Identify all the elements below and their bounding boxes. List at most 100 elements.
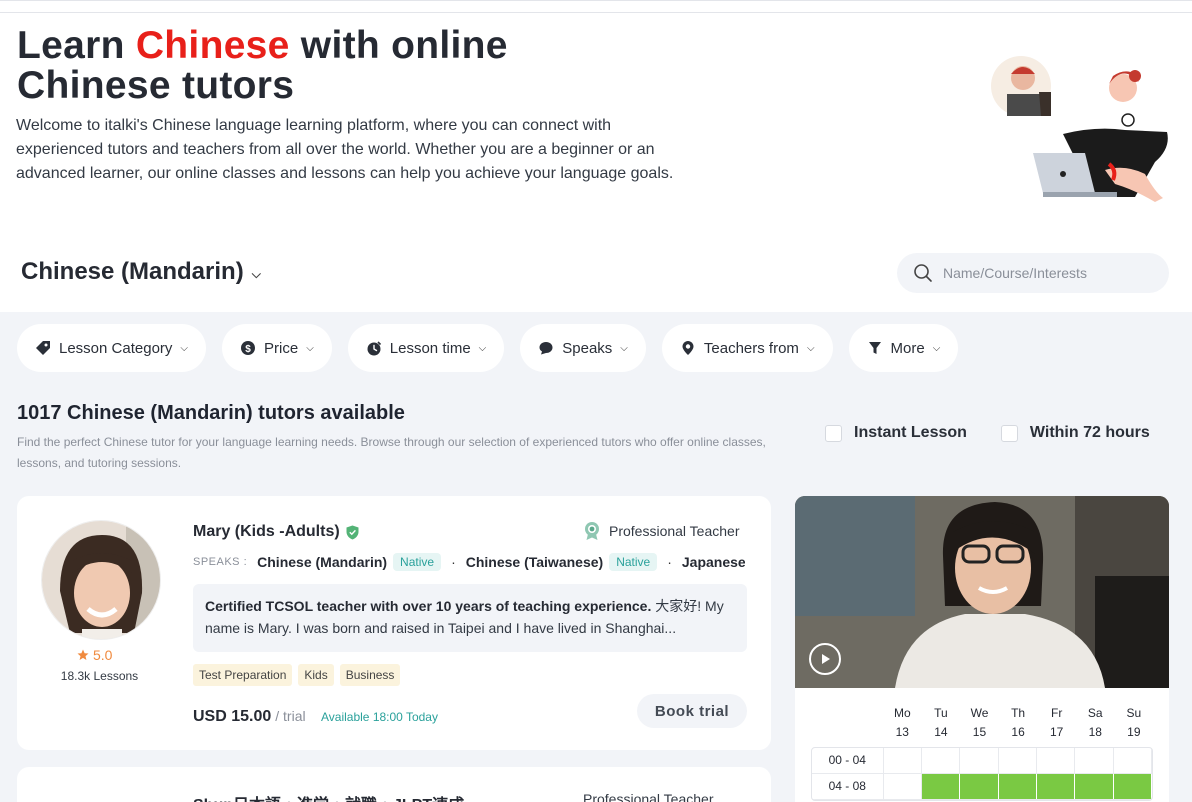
schedule-day: Su 19: [1126, 706, 1142, 739]
language-level-badge: Native: [393, 553, 442, 571]
play-button[interactable]: [809, 643, 841, 675]
unavailable-slot: [1037, 748, 1076, 773]
trial-price: USD 15.00 / trial: [193, 708, 306, 726]
available-slot: [1113, 774, 1152, 799]
schedule-day: Th 16: [1011, 706, 1026, 739]
unavailable-slot: [1114, 748, 1152, 773]
available-slot: [1036, 774, 1076, 799]
available-slot: [921, 774, 961, 799]
award-icon: [585, 522, 599, 540]
toggle-label: Instant Lesson: [854, 424, 967, 441]
tutor-card[interactable]: Shun日本語・進学・就職・JLPT速成 Professional Teache…: [17, 767, 771, 802]
professional-teacher-badge: Professional Teacher: [583, 791, 714, 802]
separator-dot: ·: [451, 554, 456, 570]
tutor-about[interactable]: Certified TCSOL teacher with over 10 yea…: [193, 584, 747, 652]
schedule-row: 00 - 04: [812, 748, 1152, 774]
availability-toggles: Instant Lesson Within 72 hours: [825, 424, 1150, 442]
tutor-tags: Test Preparation Kids Business: [193, 664, 401, 686]
schedule-day: Fr 17: [1049, 706, 1064, 739]
filter-price[interactable]: $ Price ⌵: [222, 324, 332, 372]
checkbox[interactable]: [825, 424, 842, 442]
chevron-down-icon: ⌵: [620, 342, 628, 354]
language-name: Japanese: [681, 554, 745, 570]
professional-teacher-badge: Professional Teacher: [583, 521, 739, 541]
clock-icon: [367, 341, 381, 356]
chevron-down-icon: ⌵: [806, 342, 815, 354]
page-title: Learn Chinese with online Chinese tutors: [17, 24, 508, 107]
unavailable-slot: [922, 748, 961, 773]
filter-lesson-category[interactable]: Lesson Category ⌵: [17, 324, 206, 372]
unavailable-slot: [999, 748, 1037, 773]
rating-value: 5.0: [93, 647, 113, 663]
filter-bar: Lesson Category ⌵ $ Price ⌵ Lesson time …: [17, 324, 959, 372]
schedule-row: 04 - 08: [812, 774, 1152, 800]
filter-label: More: [890, 339, 925, 357]
tutor-illustration: [991, 56, 1168, 202]
checkbox[interactable]: [1000, 424, 1018, 442]
unavailable-slot: [884, 774, 922, 799]
time-slot-label: 04 - 08: [812, 774, 884, 799]
unavailable-slot: [1075, 748, 1114, 773]
instant-lesson-toggle[interactable]: Instant Lesson: [825, 424, 967, 442]
time-slot-label: 00 - 04: [812, 748, 884, 773]
filter-teachers-from[interactable]: Teachers from ⌵: [661, 324, 833, 372]
intro-text: Welcome to italki's Chinese language lea…: [16, 117, 674, 182]
filter-label: Price: [264, 339, 299, 357]
tutor-name[interactable]: Mary (Kids -Adults): [193, 523, 359, 541]
toggle-label: Within 72 hours: [1029, 424, 1150, 441]
tag-icon: [36, 341, 50, 355]
filter-lesson-time[interactable]: Lesson time ⌵: [347, 324, 505, 372]
within-72-hours-toggle[interactable]: Within 72 hours: [1000, 424, 1150, 442]
results-description: Find the perfect Chinese tutor for your …: [17, 435, 766, 470]
filter-label: Teachers from: [703, 339, 799, 357]
available-slot: [1075, 774, 1114, 799]
price-unit: / trial: [275, 708, 306, 724]
top-divider: [0, 12, 1192, 13]
filter-label: Lesson Category: [59, 339, 173, 357]
funnel-icon: [868, 342, 881, 354]
search-icon: [914, 264, 932, 282]
chevron-down-icon: ⌵: [306, 342, 314, 354]
unavailable-slot: [960, 748, 999, 773]
tutor-avatar[interactable]: [41, 520, 161, 640]
tutor-card[interactable]: 5.0 18.3k Lessons Mary (Kids -Adults) Pr…: [17, 496, 771, 750]
search-box[interactable]: [897, 253, 1169, 293]
about-headline: Certified TCSOL teacher with over 10 yea…: [205, 598, 652, 614]
tutor-tag: Business: [339, 664, 401, 686]
availability-grid: 00 - 04 04 - 08: [811, 747, 1153, 801]
title-accent: Chinese: [135, 24, 290, 67]
star-icon: [77, 649, 89, 660]
language-name: Chinese (Mandarin): [257, 554, 388, 570]
results-count: 1017 Chinese (Mandarin) tutors available: [17, 402, 405, 424]
price-value: USD 15.00: [193, 708, 272, 725]
language-name: Chinese (Taiwanese): [465, 554, 604, 570]
tutor-preview-panel: Mo 13 Tu 14 We 15 Th 16 Fr 17 Sa 18 Su 19 00 - …: [795, 496, 1169, 802]
unavailable-slot: [884, 748, 922, 773]
search-input[interactable]: [943, 265, 1153, 281]
verified-shield-icon: [346, 525, 359, 539]
schedule-day: Mo 13: [893, 706, 911, 739]
language-level-badge: Native: [609, 553, 658, 571]
filter-speaks[interactable]: Speaks ⌵: [520, 324, 646, 372]
filter-more[interactable]: More ⌵: [848, 324, 959, 372]
tutor-rating: 5.0: [77, 647, 112, 663]
book-trial-button[interactable]: Book trial: [637, 694, 747, 728]
tutor-video[interactable]: [795, 496, 1169, 688]
schedule-day: We 15: [970, 706, 989, 739]
available-slot: [960, 774, 999, 799]
separator-dot: ·: [667, 554, 672, 570]
schedule-day: Sa 18: [1087, 706, 1103, 739]
chevron-down-icon: ⌵: [932, 342, 941, 354]
chevron-down-icon: ⌵: [180, 342, 188, 354]
filter-label: Speaks: [562, 339, 613, 357]
tutor-name[interactable]: Shun日本語・進学・就職・JLPT速成: [193, 791, 464, 802]
schedule-day: Tu 14: [934, 706, 948, 739]
chat-icon: [539, 342, 553, 355]
available-slot: [998, 774, 1037, 799]
tutor-name-text: Mary (Kids -Adults): [193, 523, 340, 540]
tutor-tag: Kids: [298, 664, 334, 686]
play-icon: [822, 654, 830, 664]
video-thumbnail: [795, 496, 1169, 688]
availability-text: Available 18:00 Today: [321, 710, 438, 724]
language-selector[interactable]: Chinese (Mandarin) ⌵: [21, 258, 261, 286]
